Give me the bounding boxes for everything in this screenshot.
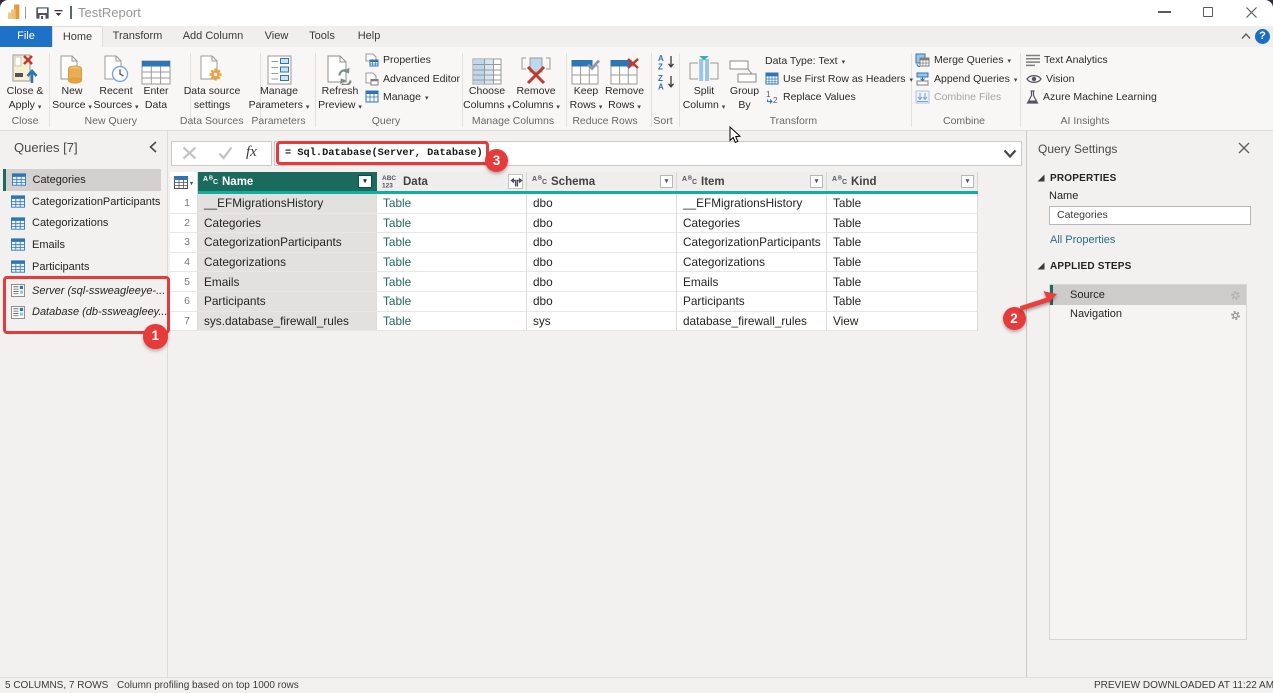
svg-text:A: A: [203, 176, 208, 183]
svg-text:C: C: [542, 179, 547, 186]
svg-text:A: A: [682, 176, 687, 183]
svg-text:C: C: [842, 179, 847, 186]
svg-text:123: 123: [382, 183, 393, 190]
svg-text:1: 1: [766, 90, 771, 99]
svg-text:2: 2: [773, 96, 778, 104]
svg-text:ABC: ABC: [382, 175, 396, 182]
svg-text:A: A: [832, 176, 837, 183]
svg-text:C: C: [692, 179, 697, 186]
svg-text:A: A: [532, 176, 537, 183]
svg-text:Z: Z: [658, 63, 663, 71]
svg-text:C: C: [213, 179, 218, 186]
svg-text:A: A: [658, 83, 664, 91]
